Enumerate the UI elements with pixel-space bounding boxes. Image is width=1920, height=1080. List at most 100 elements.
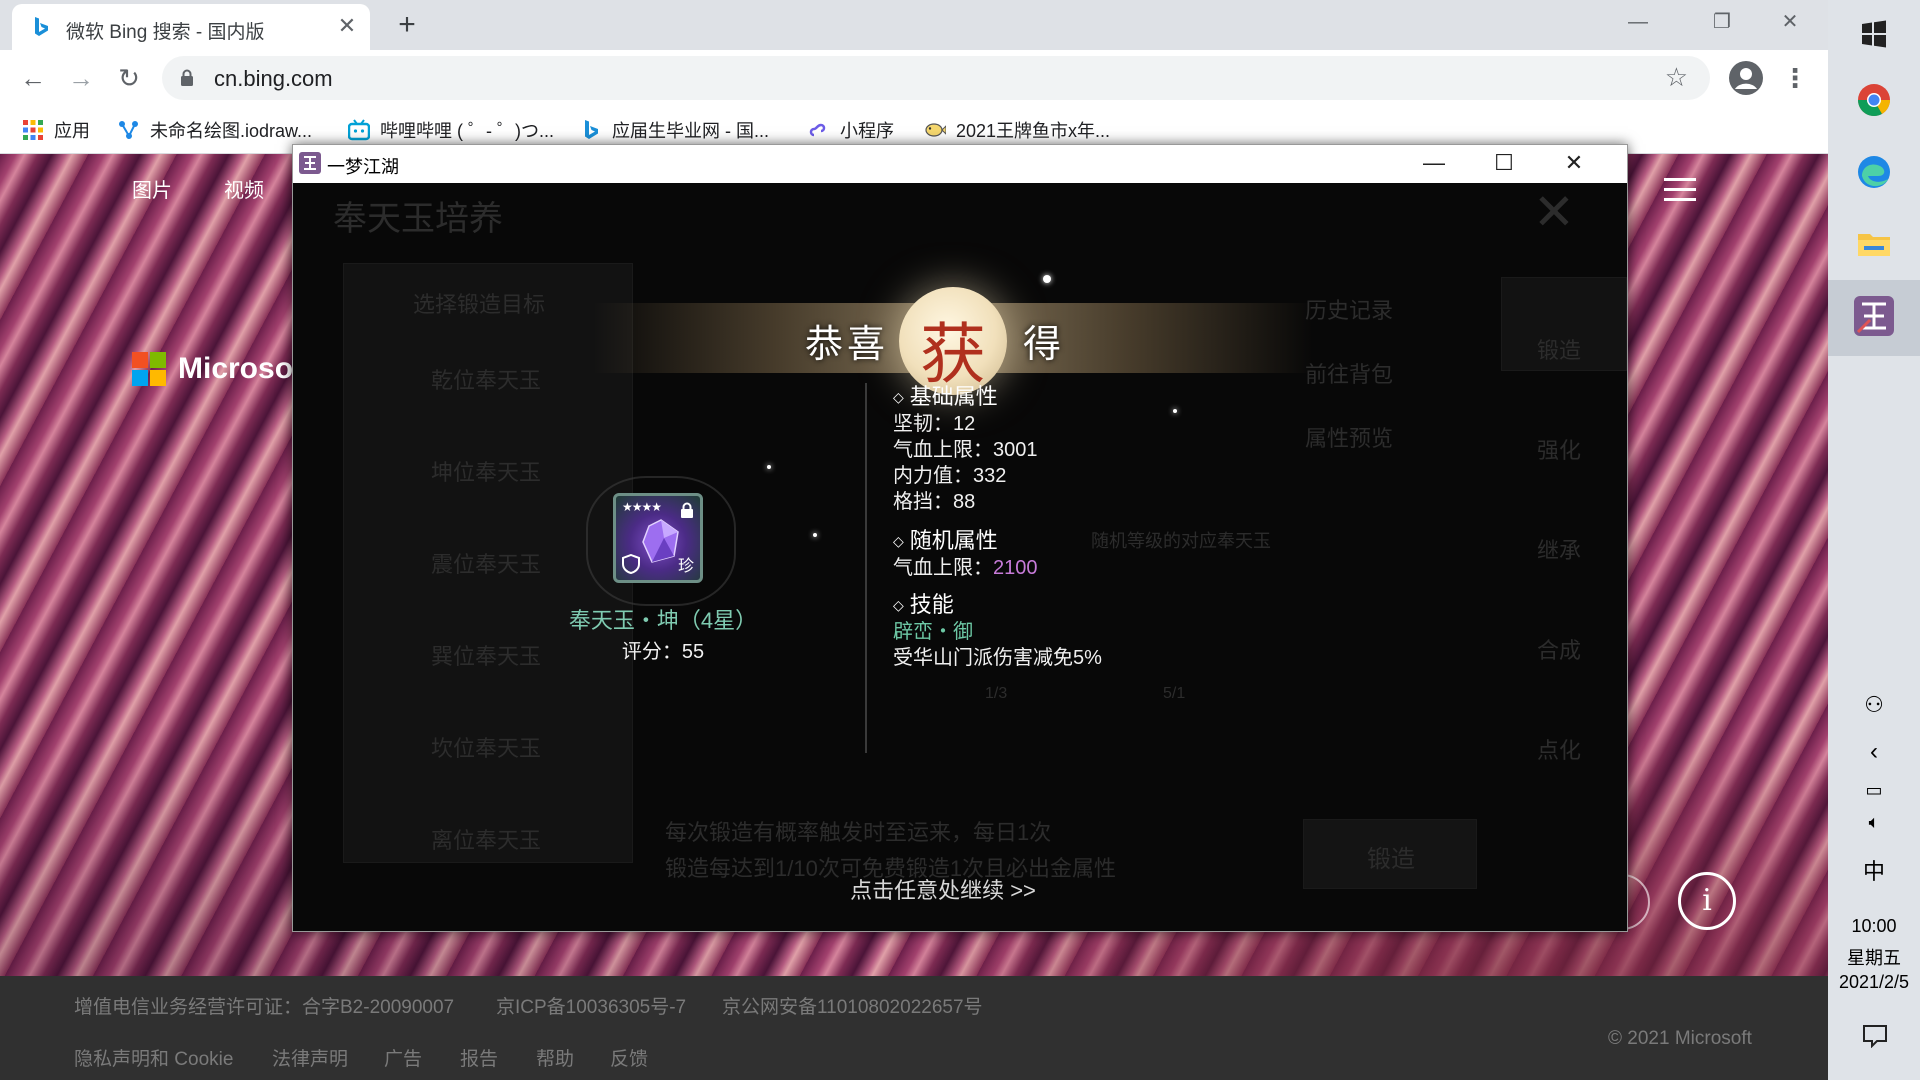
chrome-icon[interactable] (1848, 74, 1900, 126)
edge-icon[interactable] (1848, 146, 1900, 198)
tab-bing[interactable]: 微软 Bing 搜索 - 国内版 ✕ (12, 4, 370, 50)
sparkle (767, 465, 771, 469)
ime-indicator[interactable]: 中 (1828, 854, 1920, 886)
bookmark-graduate[interactable]: 应届生毕业网 - 国... (580, 116, 769, 144)
iodraw-icon (119, 121, 138, 139)
people-icon[interactable]: ⚇ (1828, 692, 1920, 718)
bg-tab: 继承 (1537, 538, 1582, 563)
bing-nav-images[interactable]: 图片 (132, 174, 172, 203)
reload-icon[interactable]: ↻ (110, 60, 148, 98)
game-app-icon (299, 152, 321, 174)
item-name: 奉天玉・坤（4星） (568, 608, 758, 633)
attr-line: 气血上限：3001 (893, 439, 1038, 461)
item-rarity: 珍 (677, 556, 694, 575)
bookmark-fish-market[interactable]: 2021王牌鱼市x年... (924, 116, 1110, 144)
tab-title: 微软 Bing 搜索 - 国内版 (66, 22, 265, 43)
bing-icon (585, 120, 598, 139)
bg-list-item: 震位奉天玉 (431, 552, 542, 577)
game-window: 一梦江湖 — ☐ ✕ 奉天玉培养 ✕ 选择锻造目标 乾位奉天玉 坤位奉天玉 震位… (292, 144, 1628, 932)
microsoft-logo[interactable]: Microsoft (132, 352, 313, 386)
url-text: cn.bing.com (214, 66, 333, 91)
hamburger-menu-icon[interactable] (1664, 178, 1696, 202)
back-arrow-icon[interactable]: ← (14, 60, 52, 98)
sparkle (1043, 275, 1051, 283)
bg-title: 奉天玉培养 (333, 199, 503, 239)
bookmark-label: 哔哩哔哩 ( ゜- ゜)つ... (380, 121, 554, 141)
bing-footer: 增值电信业务经营许可证：合字B2-20090007 京ICP备10036305号… (0, 976, 1828, 1080)
game-window-title: 一梦江湖 (327, 157, 399, 177)
tab-close-icon[interactable]: ✕ (334, 13, 360, 39)
footer-police-record[interactable]: 京公网安备11010802022657号 (722, 992, 983, 1019)
windows-start-icon[interactable] (1848, 8, 1900, 60)
yimeng-jianghu-icon (1854, 296, 1894, 336)
bookmark-label: 2021王牌鱼市x年... (956, 121, 1111, 141)
bilibili-icon (348, 119, 370, 141)
game-close-button[interactable]: ✕ (1539, 145, 1609, 183)
item-score: 评分：55 (621, 641, 705, 663)
sparkle (813, 533, 817, 537)
clock-time[interactable]: 10:00 (1828, 916, 1920, 937)
bing-favicon-icon (35, 17, 48, 36)
bookmark-bilibili[interactable]: 哔哩哔哩 ( ゜- ゜)つ... (348, 116, 554, 144)
notification-center-icon[interactable] (1862, 1024, 1888, 1048)
banner-obtain: 得 (1023, 322, 1066, 366)
restore-button[interactable]: ❐ (1692, 2, 1752, 42)
diamond-bullet-icon: ◇ (893, 597, 904, 613)
profile-avatar-icon[interactable] (1728, 60, 1764, 96)
bg-tab: 锻造 (1537, 338, 1582, 363)
attr-line: 格挡：88 (893, 491, 976, 513)
battery-icon[interactable]: ▭ (1828, 780, 1920, 801)
bookmark-label: 应用 (54, 121, 90, 141)
footer-icp[interactable]: 京ICP备10036305号-7 (496, 992, 686, 1019)
item-stars: ★★★★ (622, 500, 662, 514)
forward-arrow-icon[interactable]: → (62, 60, 100, 98)
new-tab-button[interactable]: + (390, 8, 424, 42)
footer-legal[interactable]: 法律声明 (272, 1044, 348, 1071)
footer-privacy[interactable]: 隐私声明和 Cookie (74, 1044, 233, 1071)
item-jade-icon[interactable]: ★★★★ 珍 (586, 476, 736, 606)
footer-license[interactable]: 增值电信业务经营许可证：合字B2-20090007 (74, 992, 454, 1019)
game-maximize-button[interactable]: ☐ (1469, 145, 1539, 183)
bg-list-item: 乾位奉天玉 (431, 368, 542, 393)
bookmark-iodraw[interactable]: 未命名绘图.iodraw... (118, 116, 312, 144)
bookmark-star-icon[interactable]: ☆ (1665, 62, 1688, 93)
taskbar-active-app[interactable] (1828, 280, 1920, 356)
clock-weekday[interactable]: 星期五 (1828, 944, 1920, 970)
bg-count: 1/3 (985, 685, 1008, 702)
shield-icon (622, 554, 640, 574)
clock-date[interactable]: 2021/2/5 (1828, 972, 1920, 993)
bg-history: 历史记录 (1305, 298, 1394, 323)
address-bar[interactable]: cn.bing.com ☆ (162, 56, 1710, 100)
bookmark-apps[interactable]: 应用 (22, 116, 90, 144)
footer-feedback[interactable]: 反馈 (610, 1044, 648, 1071)
reward-popup[interactable]: 奉天玉培养 ✕ 选择锻造目标 乾位奉天玉 坤位奉天玉 震位奉天玉 巽位奉天玉 坎… (293, 183, 1627, 931)
attr-line: 内力值：332 (893, 465, 1007, 487)
bookmark-label: 应届生毕业网 - 国... (612, 121, 769, 141)
microsoft-logo-icon (132, 352, 166, 386)
banner-congrats: 恭喜 (805, 322, 890, 366)
browser-menu-icon[interactable]: ⋮ (1780, 60, 1810, 96)
bing-nav-videos[interactable]: 视频 (224, 174, 264, 203)
footer-ads[interactable]: 广告 (384, 1044, 422, 1071)
file-explorer-icon[interactable] (1848, 218, 1900, 270)
bg-tab: 合成 (1537, 638, 1582, 663)
footer-help[interactable]: 帮助 (536, 1044, 574, 1071)
game-minimize-button[interactable]: — (1399, 145, 1469, 183)
tab-strip: 微软 Bing 搜索 - 国内版 ✕ + — ❐ ✕ (0, 0, 1828, 50)
bg-tab: 点化 (1537, 738, 1582, 763)
bg-center-line: 每次锻造有概率触发时至运来，每日1次 (665, 820, 1052, 845)
fish-icon (925, 123, 946, 137)
apps-grid-icon (23, 120, 43, 140)
chevron-left-icon[interactable]: ‹ (1828, 738, 1920, 766)
footer-report[interactable]: 报告 (460, 1044, 498, 1071)
diamond-bullet-icon: ◇ (893, 533, 904, 549)
attr-line: 坚韧：12 (893, 413, 976, 435)
bookmark-mini-program[interactable]: 小程序 (808, 116, 894, 144)
volume-icon[interactable]: 🔈︎ (1828, 812, 1920, 833)
minimize-button[interactable]: — (1608, 2, 1668, 42)
skill-description: 受华山门派伤害减免5% (893, 647, 1102, 669)
continue-hint[interactable]: 点击任意处继续 >> (733, 873, 1153, 905)
close-window-button[interactable]: ✕ (1760, 2, 1820, 42)
image-info-icon[interactable]: i (1678, 872, 1736, 930)
random-attr-line: 气血上限：2100 (893, 557, 1038, 579)
